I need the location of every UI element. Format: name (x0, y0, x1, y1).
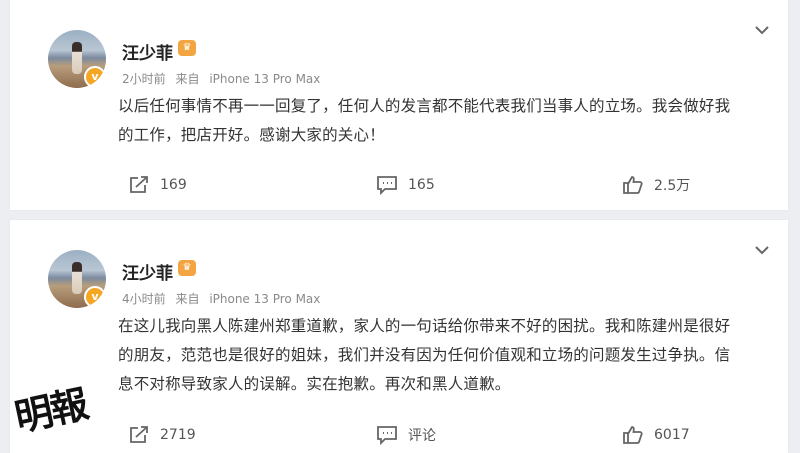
source-device: iPhone 13 Pro Max (209, 72, 321, 86)
vip-crown-icon: ♛ (178, 40, 196, 56)
like-count: 6017 (654, 427, 690, 443)
comment-count: 165 (408, 177, 435, 193)
repost-count: 169 (160, 177, 187, 193)
comment-button[interactable]: 165 (376, 170, 435, 200)
author-name[interactable]: 汪少菲 (122, 39, 173, 64)
verified-badge: v (84, 286, 106, 308)
repost-count: 2719 (160, 427, 196, 443)
avatar-figure (72, 42, 82, 74)
like-icon (623, 176, 643, 194)
avatar-figure (72, 262, 82, 294)
chevron-down-icon[interactable] (752, 20, 772, 40)
comment-icon (377, 426, 397, 445)
post-time[interactable]: 4小时前 (122, 292, 166, 306)
author-name[interactable]: 汪少菲 (122, 259, 173, 284)
comment-button[interactable]: 评论 (376, 420, 436, 450)
post-text: 在这儿我向黑人陈建州郑重道歉，家人的一句话给你带来不好的困扰。我和陈建州是很好的… (118, 317, 731, 393)
action-bar: 169 165 2.5万 (10, 170, 788, 200)
vip-crown-icon: ♛ (178, 260, 196, 276)
post-time[interactable]: 2小时前 (122, 72, 166, 86)
verified-badge: v (84, 66, 106, 88)
like-button[interactable]: 6017 (622, 420, 690, 450)
comment-icon (377, 176, 397, 195)
like-count: 2.5万 (654, 178, 691, 194)
source-device: iPhone 13 Pro Max (209, 292, 321, 306)
avatar[interactable]: v (48, 250, 106, 308)
chevron-down-icon[interactable] (752, 240, 772, 260)
weibo-post: v 汪少菲 ♛ 2小时前 来自 iPhone 13 Pro Max 以后任何事情… (10, 0, 788, 210)
post-meta: 2小时前 来自 iPhone 13 Pro Max (122, 70, 320, 87)
source-prefix: 来自 (175, 72, 200, 86)
repost-icon (130, 176, 148, 193)
repost-button[interactable]: 2719 (128, 420, 196, 450)
post-text: 以后任何事情不再一一回复了，任何人的发言都不能代表我们当事人的立场。我会做好我的… (118, 97, 731, 144)
repost-button[interactable]: 169 (128, 170, 187, 200)
comment-count: 评论 (408, 428, 436, 444)
action-bar: 2719 评论 6017 (10, 420, 788, 450)
post-meta: 4小时前 来自 iPhone 13 Pro Max (122, 290, 320, 307)
avatar[interactable]: v (48, 30, 106, 88)
weibo-post: v 汪少菲 ♛ 4小时前 来自 iPhone 13 Pro Max 在这儿我向黑… (10, 220, 788, 453)
source-prefix: 来自 (175, 292, 200, 306)
repost-icon (130, 426, 148, 443)
like-icon (623, 426, 643, 444)
like-button[interactable]: 2.5万 (622, 170, 690, 200)
